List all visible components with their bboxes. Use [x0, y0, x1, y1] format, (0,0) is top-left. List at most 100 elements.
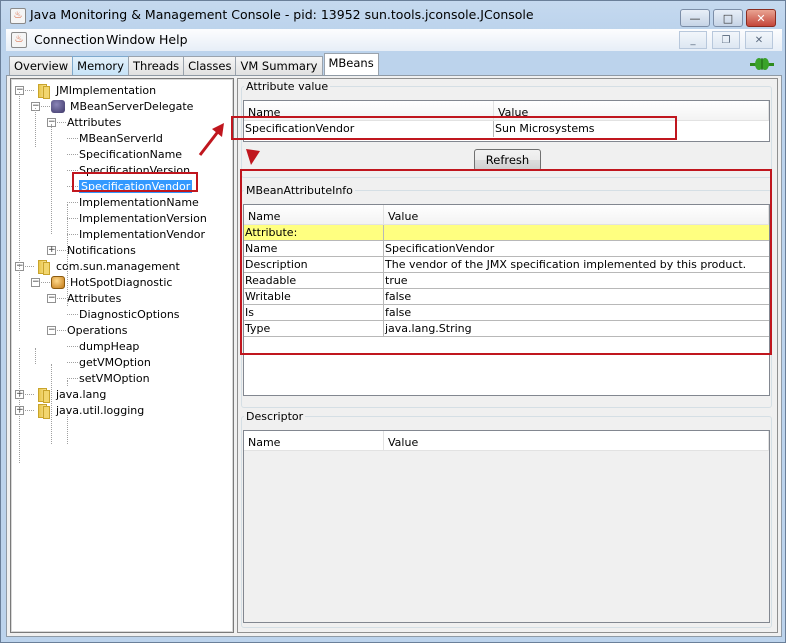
tree-node[interactable]: ImplementationName — [79, 194, 199, 210]
tree-node-label: SpecificationVersion — [79, 163, 191, 177]
tree-node[interactable]: SpecificationVendor — [79, 178, 193, 194]
table-row[interactable]: Description The vendor of the JMX specifi… — [244, 257, 769, 273]
tree-node[interactable]: java.lang — [35, 386, 107, 403]
mbeans-content: − JMImplementation − MBeanServerDelegate − At… — [6, 75, 782, 637]
tree-connector — [67, 234, 78, 235]
tree-connector — [67, 218, 78, 219]
mbean-detail-panel: Attribute value Name Value Specification… — [237, 78, 778, 633]
tab-vm-summary[interactable]: VM Summary — [235, 56, 323, 75]
tree-node-label: Attributes — [67, 291, 122, 305]
inner-close-button[interactable]: ✕ — [745, 31, 773, 49]
tree-node-label: HotSpotDiagnostic — [70, 275, 173, 289]
mbean-tree[interactable]: − JMImplementation − MBeanServerDelegate − At… — [10, 78, 234, 633]
info-value-cell: false — [385, 290, 412, 303]
column-header-name[interactable]: Name — [244, 101, 494, 120]
mbean-icon — [51, 275, 65, 289]
info-name-cell: Type — [244, 321, 384, 336]
tree-node[interactable]: Operations — [67, 322, 127, 338]
collapse-toggle-icon[interactable]: − — [31, 278, 40, 287]
tree-node[interactable]: Notifications — [67, 242, 136, 258]
column-header-value[interactable]: Value — [384, 205, 769, 224]
tab-threads[interactable]: Threads — [127, 56, 185, 75]
menu-window[interactable]: Window — [106, 32, 155, 47]
tree-connector — [67, 138, 78, 139]
tree-connector — [67, 202, 78, 203]
tree-node[interactable]: JMImplementation — [35, 82, 156, 99]
folder-icon — [35, 259, 51, 275]
table-row[interactable]: SpecificationVendor Sun Microsystems — [244, 121, 769, 137]
maximize-button[interactable]: □ — [713, 9, 743, 27]
attribute-value-title: Attribute value — [244, 80, 331, 93]
info-value-cell — [384, 225, 769, 240]
tree-node-label: setVMOption — [79, 371, 150, 385]
inner-minimize-button[interactable]: _ — [679, 31, 707, 49]
info-value-cell: true — [385, 274, 408, 287]
tree-node[interactable]: Attributes — [67, 290, 121, 306]
tree-connector — [67, 186, 78, 187]
info-value-cell: The vendor of the JMX specification impl… — [385, 258, 747, 271]
tree-node[interactable]: ImplementationVersion — [79, 210, 207, 226]
folder-icon — [35, 403, 51, 419]
refresh-button[interactable]: Refresh — [474, 149, 541, 171]
tree-node[interactable]: setVMOption — [79, 370, 150, 386]
tab-overview[interactable]: Overview — [9, 56, 74, 75]
tab-memory[interactable]: Memory — [72, 56, 129, 75]
tree-node[interactable]: DiagnosticOptions — [79, 306, 180, 322]
window-title: Java Monitoring & Management Console - p… — [30, 7, 534, 22]
java-document-icon[interactable]: ♨ — [11, 32, 27, 48]
table-row[interactable]: Name SpecificationVendor — [244, 241, 769, 257]
info-value-cell: java.lang.String — [385, 322, 472, 335]
info-name-cell: Description — [244, 257, 384, 272]
folder-icon — [35, 387, 51, 403]
attribute-value-table: Name Value SpecificationVendor Sun Micro… — [243, 100, 770, 142]
attribute-value-cell[interactable]: Sun Microsystems — [494, 121, 769, 137]
tree-connector — [41, 282, 50, 283]
table-row[interactable]: Is false — [244, 305, 769, 321]
inner-restore-button[interactable]: ❐ — [712, 31, 740, 49]
column-header-name[interactable]: Name — [244, 431, 384, 450]
expand-toggle-icon[interactable]: + — [47, 246, 56, 255]
column-header-value[interactable]: Value — [494, 101, 769, 120]
tree-node-label: com.sun.management — [56, 259, 180, 273]
tree-node[interactable]: com.sun.management — [35, 258, 180, 275]
tree-node-label: Notifications — [67, 243, 136, 257]
tree-node[interactable]: HotSpotDiagnostic — [51, 274, 172, 290]
collapse-toggle-icon[interactable]: − — [47, 326, 56, 335]
tree-node[interactable]: MBeanServerDelegate — [51, 98, 193, 114]
tab-classes[interactable]: Classes — [183, 56, 237, 75]
tree-connector — [67, 378, 78, 379]
tree-node[interactable]: Attributes — [67, 114, 121, 130]
minimize-button[interactable]: — — [680, 9, 710, 27]
tree-node[interactable]: dumpHeap — [79, 338, 139, 354]
tree-node-label: getVMOption — [79, 355, 151, 369]
menu-help[interactable]: Help — [159, 32, 188, 47]
tree-connector — [25, 266, 34, 267]
column-header-value[interactable]: Value — [384, 431, 769, 450]
table-row[interactable]: Writable false — [244, 289, 769, 305]
tree-connector — [67, 380, 68, 386]
tree-connector — [67, 314, 78, 315]
info-name-cell: Name — [244, 241, 384, 256]
table-row[interactable]: Type java.lang.String — [244, 321, 769, 337]
tree-node[interactable]: SpecificationVersion — [79, 162, 190, 178]
tree-node[interactable]: ImplementationVendor — [79, 226, 205, 242]
tree-connector — [67, 170, 78, 171]
tree-connector — [67, 362, 78, 363]
table-row[interactable]: Readable true — [244, 273, 769, 289]
tree-node[interactable]: getVMOption — [79, 354, 151, 370]
tree-node[interactable]: SpecificationName — [79, 146, 182, 162]
tree-connector — [25, 394, 34, 395]
collapse-toggle-icon[interactable]: − — [47, 294, 56, 303]
tab-mbeans[interactable]: MBeans — [323, 53, 379, 75]
tree-node-label: java.lang — [56, 387, 107, 401]
column-header-name[interactable]: Name — [244, 205, 384, 224]
tree-connector — [19, 92, 20, 331]
info-value-cell: SpecificationVendor — [385, 242, 495, 255]
menu-connection[interactable]: Connection — [34, 32, 105, 47]
tree-node[interactable]: MBeanServerId — [79, 130, 163, 146]
close-button[interactable]: ✕ — [746, 9, 776, 27]
tree-node-label: SpecificationName — [79, 147, 183, 161]
tree-connector — [25, 90, 34, 91]
jconsole-window: ♨ Java Monitoring & Management Console -… — [0, 0, 786, 643]
table-row[interactable]: Attribute: — [244, 225, 769, 241]
